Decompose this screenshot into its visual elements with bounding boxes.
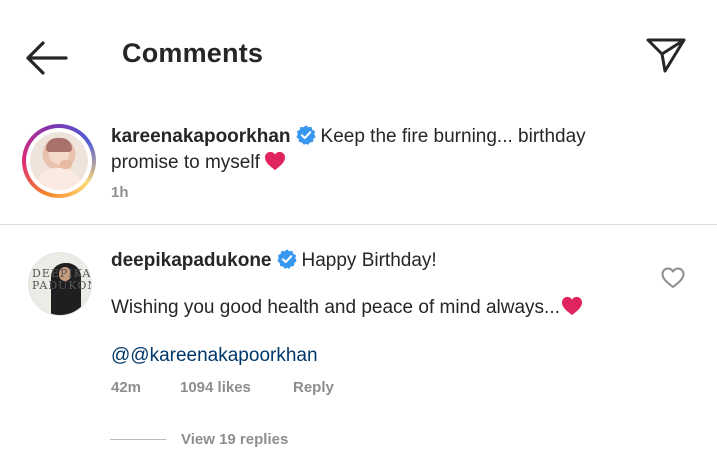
avatar[interactable]: DEEPIKAPADUKONE bbox=[28, 252, 92, 316]
reply-button[interactable]: Reply bbox=[293, 379, 334, 396]
post-caption: kareenakapoorkhan Keep the fire burning..… bbox=[0, 112, 717, 224]
story-ring-avatar[interactable] bbox=[22, 124, 96, 198]
verified-badge-icon bbox=[276, 249, 297, 269]
comment-header-line: deepikapadukone Happy Birthday! bbox=[111, 248, 681, 274]
avatar-logo: DEEPIKAPADUKONE bbox=[32, 267, 92, 292]
caption-username[interactable]: kareenakapoorkhan bbox=[111, 126, 291, 147]
caption-text: kareenakapoorkhan Keep the fire burning..… bbox=[111, 124, 681, 176]
page-title: Comments bbox=[122, 38, 264, 68]
comment-timestamp: 42m bbox=[111, 379, 142, 396]
caption-text-line2: promise to myself bbox=[111, 152, 260, 173]
red-heart-icon bbox=[264, 151, 285, 171]
likes-count[interactable]: 1094 likes bbox=[180, 379, 251, 396]
comment-text-line2: Wishing you good health and peace of min… bbox=[111, 297, 560, 318]
caption-timestamp: 1h bbox=[111, 184, 129, 201]
verified-badge-icon bbox=[295, 125, 316, 145]
heart-outline-icon[interactable] bbox=[661, 267, 685, 289]
replies-divider-line bbox=[110, 439, 166, 440]
paper-plane-icon[interactable] bbox=[644, 35, 688, 75]
arrow-left-icon[interactable] bbox=[24, 38, 70, 78]
caption-text-line1: Keep the fire burning... birthday bbox=[320, 126, 586, 147]
comment-text: Wishing you good health and peace of min… bbox=[111, 295, 681, 321]
mention-link[interactable]: @@kareenakapoorkhan bbox=[111, 345, 318, 366]
red-heart-icon bbox=[561, 296, 582, 316]
comment-username[interactable]: deepikapadukone bbox=[111, 250, 272, 271]
comment-item: DEEPIKAPADUKONE deepikapadukone Happy Bir… bbox=[0, 225, 717, 475]
view-replies-button[interactable]: View 19 replies bbox=[181, 431, 288, 448]
avatar bbox=[30, 132, 88, 190]
header: Comments bbox=[0, 0, 717, 110]
comment-mention-line: @@kareenakapoorkhan bbox=[111, 343, 681, 369]
comment-text-line1: Happy Birthday! bbox=[301, 250, 437, 271]
